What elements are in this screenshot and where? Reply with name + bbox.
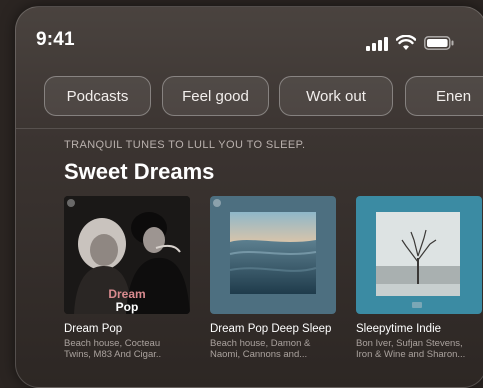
battery-icon (424, 36, 454, 50)
playlist-badge-icon (213, 199, 221, 207)
section-title: Sweet Dreams (64, 159, 215, 184)
card-title: Dream Pop Deep Sleep (210, 323, 332, 335)
divider (16, 128, 483, 129)
chip-feel-good[interactable]: Feel good (162, 76, 269, 116)
cover-art-dream-pop: Dream Pop (64, 196, 190, 314)
chip-energy[interactable]: Enen (405, 76, 483, 116)
playlist-card-dream-pop[interactable]: Dream Pop Dream Pop Beach house, Cocteau… (64, 196, 190, 360)
card-subtitle-line2: Iron & Wine and Sharon... (356, 349, 466, 360)
cover-art-sleepytime-indie (356, 196, 482, 314)
card-subtitle-line1: Beach house, Cocteau (64, 338, 161, 349)
cover-art-deep-sleep (210, 196, 336, 314)
playlist-badge-icon (67, 199, 75, 207)
card-subtitle-line1: Beach house, Damon & (210, 338, 311, 349)
wifi-icon (396, 35, 416, 50)
cellular-signal-icon (366, 37, 388, 51)
card-title: Sleepytime Indie (356, 323, 442, 335)
playlist-card-dream-pop-deep-sleep[interactable]: Dream Pop Deep Sleep Beach house, Damon … (210, 196, 336, 360)
card-subtitle-line2: Twins, M83 And Cigar.. (64, 349, 162, 360)
card-subtitle-line1: Bon Iver, Sufjan Stevens, (356, 338, 463, 349)
chip-work-out[interactable]: Work out (279, 76, 393, 116)
phone-frame: 9:41 Podcasts Feel good Work out Enen TR… (15, 6, 483, 388)
cover-text-pop: Pop (115, 300, 139, 314)
cover-text-dream: Dream (108, 287, 146, 301)
card-title: Dream Pop (64, 323, 123, 335)
chip-podcasts[interactable]: Podcasts (44, 76, 151, 116)
playlist-card-sleepytime-indie[interactable]: Sleepytime Indie Bon Iver, Sufjan Steven… (356, 196, 482, 360)
status-time: 9:41 (36, 29, 75, 50)
card-subtitle-line2: Naomi, Cannons and... (210, 349, 308, 360)
section-kicker: TRANQUIL TUNES TO LULL YOU TO SLEEP. (64, 139, 306, 151)
